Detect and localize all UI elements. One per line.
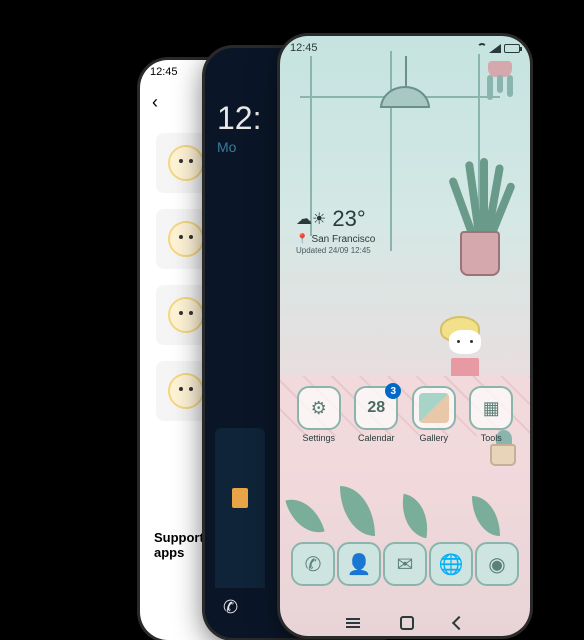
weather-icon: ☁☀: [296, 209, 326, 229]
wifi-icon: [474, 43, 486, 53]
nav-home[interactable]: [400, 616, 414, 630]
back-icon[interactable]: ‹: [152, 92, 158, 113]
status-time: 12:45: [290, 42, 318, 54]
notification-badge: 3: [385, 383, 401, 399]
folder-icon: ▦: [483, 398, 500, 419]
app-label: Settings: [302, 433, 335, 443]
app-settings[interactable]: ⚙ Settings: [297, 386, 341, 443]
message-icon: ✉: [397, 552, 414, 577]
dock-camera[interactable]: ◉: [475, 542, 519, 586]
nav-recents[interactable]: [346, 622, 360, 624]
app-tools[interactable]: ▦ Tools: [469, 386, 513, 443]
globe-icon: 🌐: [439, 552, 464, 577]
temperature: 23°: [332, 206, 365, 232]
gallery-icon: [419, 393, 449, 423]
building-illustration: [215, 428, 265, 588]
app-calendar[interactable]: 28 3 Calendar: [354, 386, 398, 443]
status-bar: 12:45: [280, 36, 530, 60]
window-light: [232, 488, 248, 508]
status-icons: [474, 43, 520, 53]
weather-widget[interactable]: ☁☀ 23° 📍 San Francisco Updated 24/09 12:…: [296, 206, 375, 255]
dock: ✆ 👤 ✉ 🌐 ◉: [280, 542, 530, 586]
signal-icon: [489, 44, 501, 53]
status-time: 12:45: [150, 66, 178, 78]
phone-screen-home: 12:45 ☁☀ 23° 📍 San Francisco Updated 24/…: [280, 36, 530, 636]
camera-icon: ◉: [488, 552, 505, 577]
app-gallery[interactable]: Gallery: [412, 386, 456, 443]
phone-icon[interactable]: ✆: [223, 597, 238, 618]
dock-contacts[interactable]: 👤: [337, 542, 381, 586]
battery-icon: [504, 44, 520, 53]
support-apps-label: Support apps: [154, 530, 204, 560]
dock-phone[interactable]: ✆: [291, 542, 335, 586]
dock-messages[interactable]: ✉: [383, 542, 427, 586]
dock-browser[interactable]: 🌐: [429, 542, 473, 586]
lamp-illustration: [380, 86, 430, 116]
weather-location: San Francisco: [311, 234, 375, 245]
app-label: Tools: [481, 433, 502, 443]
gear-icon: ⚙: [311, 398, 327, 419]
app-label: Calendar: [358, 433, 395, 443]
person-icon: 👤: [347, 552, 372, 577]
character-reading: [440, 316, 490, 376]
phone-icon: ✆: [305, 552, 322, 577]
location-pin-icon: 📍: [296, 234, 308, 245]
app-label: Gallery: [419, 433, 448, 443]
hanging-plant: [485, 61, 515, 101]
nav-back[interactable]: [452, 616, 466, 630]
calendar-date: 28: [367, 399, 385, 417]
navigation-bar: [346, 616, 464, 630]
app-row: ⚙ Settings 28 3 Calendar Gallery ▦ Tools: [280, 386, 530, 443]
weather-updated: Updated 24/09 12:45: [296, 246, 375, 255]
plant-large: [450, 156, 510, 276]
bottom-plants: [280, 476, 530, 536]
